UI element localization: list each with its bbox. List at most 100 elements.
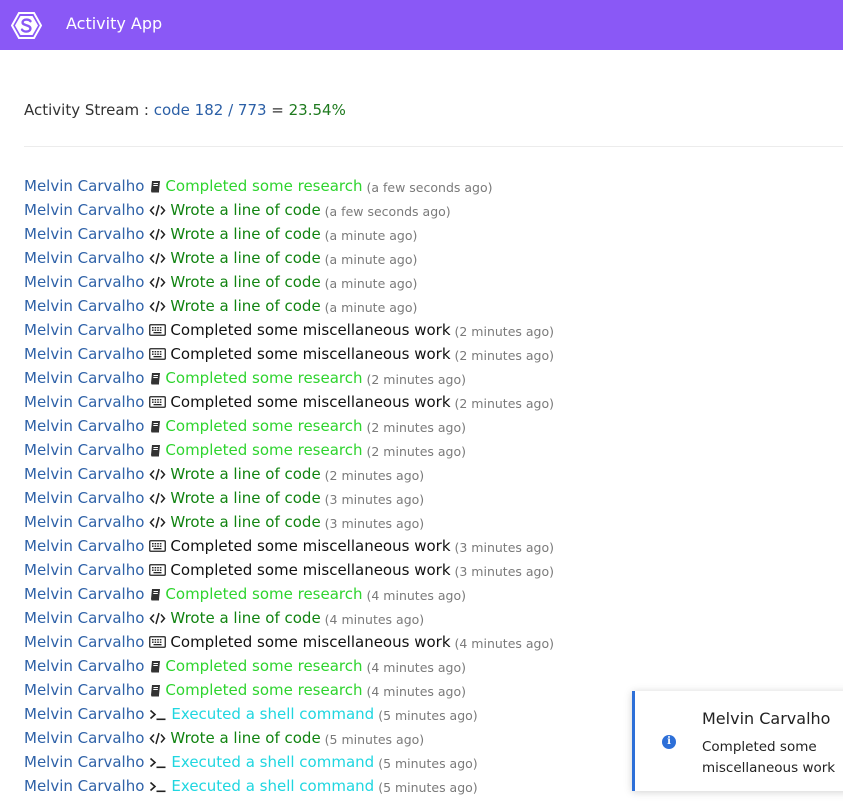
activity-user-link[interactable]: Melvin Carvalho (24, 199, 144, 221)
activity-time: (4 minutes ago) (366, 684, 467, 699)
notification-toast[interactable]: i Melvin Carvalho Completed some miscell… (632, 691, 843, 791)
activity-user-link[interactable]: Melvin Carvalho (24, 487, 144, 509)
activity-action: Completed some miscellaneous work (170, 321, 451, 339)
activity-user-link[interactable]: Melvin Carvalho (24, 271, 144, 293)
activity-user-link[interactable]: Melvin Carvalho (24, 463, 144, 485)
activity-action: Executed a shell command (171, 705, 375, 723)
activity-user-link[interactable]: Melvin Carvalho (24, 775, 144, 797)
code-icon (149, 226, 166, 242)
activity-user-link[interactable]: Melvin Carvalho (24, 343, 144, 365)
activity-time: (a minute ago) (324, 228, 418, 243)
activity-user-link[interactable]: Melvin Carvalho (24, 415, 144, 437)
activity-row: Melvin Carvalho Wrote a line of code (a mi… (24, 270, 843, 294)
header-equals: = (266, 101, 289, 119)
activity-action: Completed some miscellaneous work (170, 345, 451, 363)
keyboard-icon (149, 538, 167, 554)
activity-action: Wrote a line of code (170, 729, 321, 747)
activity-time: (5 minutes ago) (324, 732, 425, 747)
keyboard-icon (149, 634, 167, 650)
app-title[interactable]: Activity App (66, 14, 162, 34)
activity-user-link[interactable]: Melvin Carvalho (24, 295, 144, 317)
activity-row: Melvin Carvalho Wrote a line of code (3 mi… (24, 510, 843, 534)
code-icon (149, 610, 166, 626)
keyboard-icon (149, 394, 167, 410)
keyboard-icon (149, 562, 167, 578)
activity-time: (3 minutes ago) (454, 564, 555, 579)
activity-action: Executed a shell command (171, 777, 375, 795)
activity-user-link[interactable]: Melvin Carvalho (24, 679, 144, 701)
activity-action: Wrote a line of code (170, 513, 321, 531)
activity-action: Completed some miscellaneous work (170, 393, 451, 411)
activity-time: (5 minutes ago) (378, 756, 478, 771)
activity-action: Wrote a line of code (170, 489, 321, 507)
keyboard-icon (149, 346, 167, 362)
activity-row: Melvin Carvalho Completed some research (2… (24, 414, 843, 438)
code-icon (149, 514, 166, 530)
activity-row: Melvin Carvalho Completed some research (a… (24, 174, 843, 198)
activity-action: Wrote a line of code (170, 297, 321, 315)
book-icon (149, 658, 161, 674)
activity-user-link[interactable]: Melvin Carvalho (24, 223, 144, 245)
activity-user-link[interactable]: Melvin Carvalho (24, 511, 144, 533)
activity-user-link[interactable]: Melvin Carvalho (24, 439, 144, 461)
info-icon: i (662, 735, 676, 749)
terminal-icon (149, 778, 167, 794)
activity-row: Melvin Carvalho Completed some research (4… (24, 654, 843, 678)
activity-time: (2 minutes ago) (366, 444, 467, 459)
activity-action: Wrote a line of code (170, 249, 321, 267)
navbar: Activity App (0, 0, 843, 50)
activity-time: (2 minutes ago) (454, 348, 555, 363)
activity-user-link[interactable]: Melvin Carvalho (24, 607, 144, 629)
activity-user-link[interactable]: Melvin Carvalho (24, 559, 144, 581)
activity-action: Wrote a line of code (170, 225, 321, 243)
activity-time: (5 minutes ago) (378, 780, 478, 795)
terminal-icon (149, 706, 167, 722)
activity-action: Wrote a line of code (170, 273, 321, 291)
activity-action: Executed a shell command (171, 753, 375, 771)
activity-user-link[interactable]: Melvin Carvalho (24, 703, 144, 725)
activity-user-link[interactable]: Melvin Carvalho (24, 583, 144, 605)
toast-message: Completed some miscellaneous work (702, 739, 836, 776)
activity-action: Completed some research (165, 417, 363, 435)
activity-time: (a few seconds ago) (366, 180, 493, 195)
divider (24, 146, 843, 147)
book-icon (149, 418, 161, 434)
activity-user-link[interactable]: Melvin Carvalho (24, 727, 144, 749)
code-icon (149, 730, 166, 746)
activity-user-link[interactable]: Melvin Carvalho (24, 535, 144, 557)
app-logo-icon[interactable] (11, 10, 42, 41)
activity-row: Melvin Carvalho Wrote a line of code (3 mi… (24, 486, 843, 510)
activity-action: Completed some research (165, 369, 363, 387)
activity-action: Completed some miscellaneous work (170, 633, 451, 651)
activity-time: (2 minutes ago) (454, 396, 555, 411)
activity-user-link[interactable]: Melvin Carvalho (24, 319, 144, 341)
activity-action: Completed some research (165, 681, 363, 699)
activity-row: Melvin Carvalho Completed some miscellane… (24, 558, 843, 582)
activity-user-link[interactable]: Melvin Carvalho (24, 391, 144, 413)
activity-time: (4 minutes ago) (454, 636, 555, 651)
activity-user-link[interactable]: Melvin Carvalho (24, 367, 144, 389)
activity-user-link[interactable]: Melvin Carvalho (24, 655, 144, 677)
activity-action: Wrote a line of code (170, 609, 321, 627)
code-icon (149, 490, 166, 506)
activity-row: Melvin Carvalho Wrote a line of code (2 mi… (24, 462, 843, 486)
activity-action: Wrote a line of code (170, 465, 321, 483)
code-icon (149, 466, 166, 482)
activity-time: (3 minutes ago) (454, 540, 555, 555)
activity-user-link[interactable]: Melvin Carvalho (24, 631, 144, 653)
code-stats-link[interactable]: code 182 / 773 (154, 101, 267, 119)
code-percentage: 23.54% (288, 101, 346, 119)
activity-user-link[interactable]: Melvin Carvalho (24, 751, 144, 773)
activity-action: Completed some miscellaneous work (170, 561, 451, 579)
activity-action: Completed some research (165, 177, 363, 195)
terminal-icon (149, 754, 167, 770)
activity-time: (a minute ago) (324, 300, 418, 315)
activity-user-link[interactable]: Melvin Carvalho (24, 247, 144, 269)
activity-row: Melvin Carvalho Wrote a line of code (a mi… (24, 222, 843, 246)
activity-user-link[interactable]: Melvin Carvalho (24, 175, 144, 197)
activity-time: (a minute ago) (324, 276, 418, 291)
activity-time: (3 minutes ago) (324, 492, 425, 507)
toast-title: Melvin Carvalho (702, 709, 831, 728)
activity-action: Wrote a line of code (170, 201, 321, 219)
activity-row: Melvin Carvalho Wrote a line of code (a mi… (24, 294, 843, 318)
